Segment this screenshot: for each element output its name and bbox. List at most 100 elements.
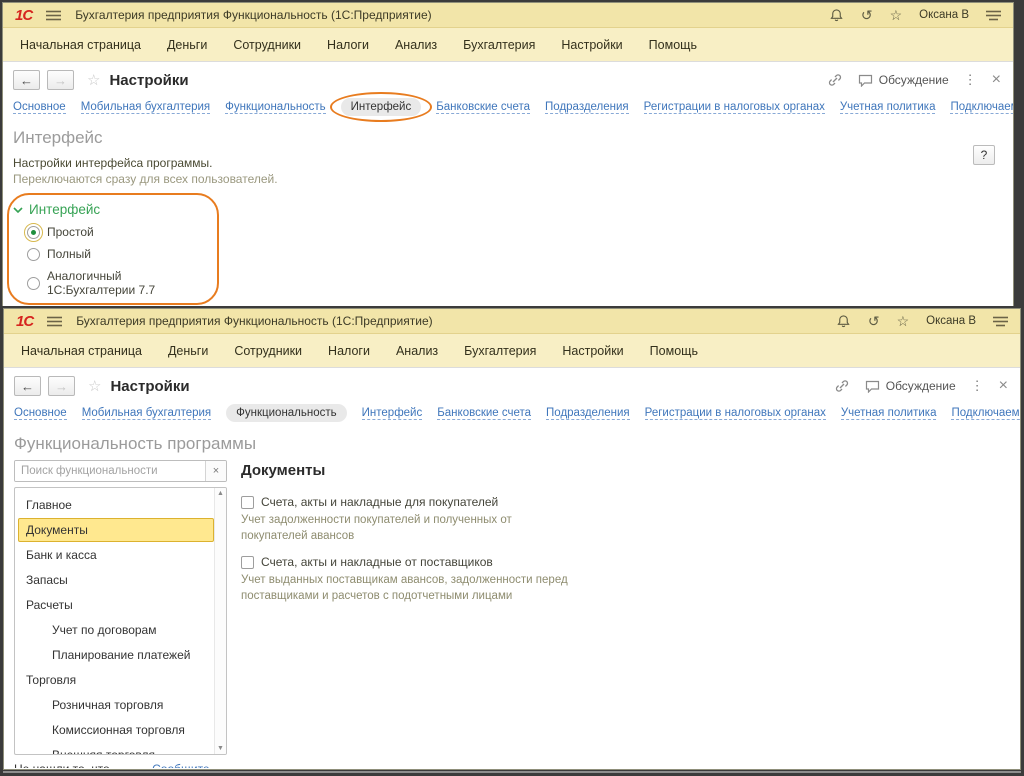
- report-link[interactable]: Сообщите нам: [152, 762, 227, 768]
- interface-radio-option[interactable]: Аналогичный 1С:Бухгалтерии 7.7: [27, 269, 209, 297]
- interface-group-header[interactable]: Интерфейс: [13, 202, 100, 217]
- main-menu-icon[interactable]: [46, 10, 61, 21]
- search-input[interactable]: [15, 461, 205, 481]
- category-list-item[interactable]: Главное: [18, 493, 214, 517]
- page-title: Настройки: [109, 72, 188, 89]
- option-checkbox-row[interactable]: Счета, акты и накладные для покупателей: [241, 495, 1010, 509]
- settings-tab[interactable]: Подключаемое оборудование▾: [950, 101, 1013, 114]
- page-header: ← → ☆ Настройки Обсуждение ⋮ ×: [4, 368, 1020, 401]
- radio-icon[interactable]: [27, 277, 40, 290]
- settings-tab[interactable]: Подразделения▾: [546, 407, 630, 420]
- menu-bar: Начальная страницаДеньгиСотрудникиНалоги…: [4, 334, 1020, 368]
- category-list-item[interactable]: Учет по договорам: [18, 618, 214, 642]
- settings-tab[interactable]: Регистрации в налоговых органах▾: [644, 101, 825, 114]
- radio-icon[interactable]: [27, 248, 40, 261]
- more-actions-icon[interactable]: ⋮: [964, 72, 977, 88]
- favorite-page-star-icon[interactable]: ☆: [87, 71, 100, 89]
- notifications-bell-icon[interactable]: [829, 8, 844, 23]
- 1c-logo: 1С: [16, 314, 33, 329]
- back-button[interactable]: ←: [13, 70, 40, 90]
- settings-tab[interactable]: Подразделения▾: [545, 101, 629, 114]
- back-button[interactable]: ←: [14, 376, 41, 396]
- user-menu-icon[interactable]: [986, 10, 1001, 21]
- option-label: Счета, акты и накладные от поставщиков: [261, 555, 493, 569]
- settings-tab[interactable]: Учетная политика▾: [840, 101, 936, 114]
- settings-tab[interactable]: Интерфейс▾: [362, 407, 423, 420]
- category-list-item[interactable]: Документы: [18, 518, 214, 542]
- category-list-item[interactable]: Комиссионная торговля: [18, 718, 214, 742]
- window-interface-settings: 1С Бухгалтерия предприятия Функционально…: [2, 2, 1014, 306]
- category-list-item[interactable]: Запасы: [18, 568, 214, 592]
- favorites-star-icon[interactable]: ☆: [897, 314, 910, 328]
- checkbox[interactable]: [241, 556, 254, 569]
- settings-tab[interactable]: Основное▾: [14, 407, 67, 420]
- interface-radio-option[interactable]: Полный: [27, 247, 209, 261]
- menu-item[interactable]: Настройки: [548, 38, 635, 52]
- menu-item[interactable]: Бухгалтерия: [451, 344, 549, 358]
- more-actions-icon[interactable]: ⋮: [971, 378, 984, 394]
- checkbox[interactable]: [241, 496, 254, 509]
- user-name[interactable]: Оксана В: [926, 315, 976, 327]
- menu-item[interactable]: Анализ: [382, 38, 450, 52]
- history-icon[interactable]: ↺: [861, 8, 873, 22]
- menu-item[interactable]: Деньги: [155, 344, 221, 358]
- menu-item[interactable]: Настройки: [549, 344, 636, 358]
- category-list-item[interactable]: Расчеты: [18, 593, 214, 617]
- close-icon[interactable]: ×: [992, 71, 1001, 89]
- category-list-item[interactable]: Внешняя торговля: [18, 743, 214, 755]
- menu-item[interactable]: Начальная страница: [8, 344, 155, 358]
- settings-tab[interactable]: Мобильная бухгалтерия▾: [81, 101, 210, 114]
- forward-button[interactable]: →: [48, 376, 75, 396]
- settings-tab[interactable]: Банковские счета▾: [437, 407, 531, 420]
- user-menu-icon[interactable]: [993, 316, 1008, 327]
- radio-icon[interactable]: [27, 226, 40, 239]
- search-clear-icon[interactable]: ×: [205, 461, 226, 481]
- menu-item[interactable]: Сотрудники: [221, 344, 315, 358]
- category-list-item[interactable]: Розничная торговля: [18, 693, 214, 717]
- settings-tab[interactable]: Подключаемое оборудование▾: [951, 407, 1020, 420]
- settings-tab[interactable]: Мобильная бухгалтерия▾: [82, 407, 211, 420]
- favorite-page-star-icon[interactable]: ☆: [88, 377, 101, 395]
- title-bar: 1С Бухгалтерия предприятия Функционально…: [3, 3, 1013, 28]
- menu-item[interactable]: Помощь: [637, 344, 711, 358]
- option-checkbox-row[interactable]: Счета, акты и накладные от поставщиков: [241, 555, 1010, 569]
- history-icon[interactable]: ↺: [868, 314, 880, 328]
- forward-button[interactable]: →: [47, 70, 74, 90]
- favorites-star-icon[interactable]: ☆: [890, 8, 903, 22]
- category-list-item[interactable]: Торговля: [18, 668, 214, 692]
- discussion-button[interactable]: Обсуждение: [865, 379, 956, 393]
- discussion-button[interactable]: Обсуждение: [858, 73, 949, 87]
- category-list-item[interactable]: Банк и касса: [18, 543, 214, 567]
- help-button[interactable]: ?: [973, 145, 995, 165]
- group-title: Интерфейс: [29, 202, 100, 217]
- menu-item[interactable]: Налоги: [314, 38, 382, 52]
- settings-tab[interactable]: Интерфейс▾: [341, 98, 422, 116]
- main-menu-icon[interactable]: [47, 316, 62, 327]
- speech-bubble-icon: [858, 74, 873, 87]
- notifications-bell-icon[interactable]: [836, 314, 851, 329]
- menu-item[interactable]: Анализ: [383, 344, 451, 358]
- menu-item[interactable]: Помощь: [636, 38, 710, 52]
- settings-tab[interactable]: Регистрации в налоговых органах▾: [645, 407, 826, 420]
- category-list-item[interactable]: Планирование платежей: [18, 643, 214, 667]
- settings-tab[interactable]: Учетная политика▾: [841, 407, 937, 420]
- interface-radio-option[interactable]: Простой: [27, 225, 209, 239]
- get-link-icon[interactable]: [827, 73, 843, 87]
- user-name[interactable]: Оксана В: [919, 9, 969, 21]
- menu-item[interactable]: Деньги: [154, 38, 220, 52]
- settings-tab[interactable]: Функциональность▾: [226, 404, 347, 422]
- close-icon[interactable]: ×: [999, 377, 1008, 395]
- menu-item[interactable]: Начальная страница: [7, 38, 154, 52]
- menu-item[interactable]: Налоги: [315, 344, 383, 358]
- settings-tab[interactable]: Банковские счета▾: [436, 101, 530, 114]
- settings-tab[interactable]: Функциональность▾: [225, 101, 326, 114]
- section-heading: Функциональность программы: [14, 434, 1010, 454]
- title-bar: 1С Бухгалтерия предприятия Функционально…: [4, 309, 1020, 334]
- menu-item[interactable]: Сотрудники: [220, 38, 314, 52]
- scroll-up-icon[interactable]: ▲: [217, 490, 224, 497]
- list-scrollbar[interactable]: ▲ ▼: [214, 488, 226, 754]
- settings-tab[interactable]: Основное▾: [13, 101, 66, 114]
- menu-item[interactable]: Бухгалтерия: [450, 38, 548, 52]
- scroll-down-icon[interactable]: ▼: [217, 745, 224, 752]
- get-link-icon[interactable]: [834, 379, 850, 393]
